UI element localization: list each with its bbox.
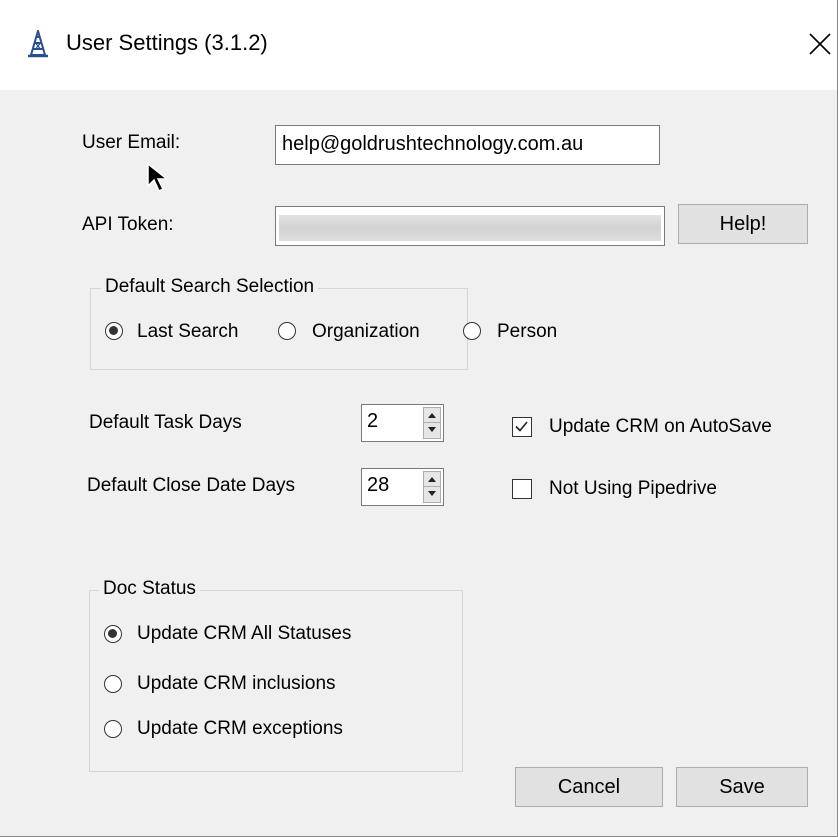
doc-status-group-title: Doc Status [99,578,200,600]
task-days-down-arrow-icon[interactable] [424,423,440,438]
close-icon[interactable] [800,22,838,66]
api-token-masked-value [279,215,661,241]
task-days-value[interactable]: 2 [367,410,378,433]
radio-last-search-label[interactable]: Last Search [137,321,238,343]
close-date-days-spin-buttons [423,471,441,503]
cancel-button[interactable]: Cancel [515,767,663,807]
close-date-days-label: Default Close Date Days [87,475,296,496]
task-days-up-arrow-icon[interactable] [424,408,440,423]
update-crm-autosave-label[interactable]: Update CRM on AutoSave [549,416,772,438]
radio-update-crm-exceptions-label[interactable]: Update CRM exceptions [137,718,343,740]
dialog-body: User Email: help@goldrushtechnology.com.… [0,90,837,836]
radio-person-label[interactable]: Person [497,321,557,343]
checkmark-icon [515,421,528,432]
close-date-days-value[interactable]: 28 [367,474,389,497]
radio-update-crm-all-statuses-label[interactable]: Update CRM All Statuses [137,623,351,645]
not-using-pipedrive-label[interactable]: Not Using Pipedrive [549,478,717,500]
close-date-days-up-arrow-icon[interactable] [424,472,440,487]
mouse-pointer-icon [147,162,170,193]
radio-organization[interactable] [278,322,296,340]
radio-organization-label[interactable]: Organization [312,321,420,343]
not-using-pipedrive-checkbox[interactable] [512,479,532,499]
radio-person[interactable] [463,322,481,340]
user-email-label: User Email: [82,132,181,153]
api-token-input[interactable] [275,206,665,246]
close-date-days-down-arrow-icon[interactable] [424,487,440,502]
radio-last-search[interactable] [105,322,123,340]
default-search-group-title: Default Search Selection [101,276,319,298]
user-email-input[interactable]: help@goldrushtechnology.com.au [275,125,660,165]
user-settings-dialog: User Settings (3.1.2) User Email: help@g… [0,0,838,837]
api-token-label: API Token: [82,214,174,235]
title-bar[interactable]: User Settings (3.1.2) [0,0,837,90]
gold-rush-tower-icon [28,30,48,58]
window-title: User Settings (3.1.2) [66,30,268,55]
task-days-spinner[interactable]: 2 [361,404,444,442]
update-crm-autosave-checkbox[interactable] [512,417,532,437]
close-date-days-spinner[interactable]: 28 [361,468,444,506]
radio-update-crm-inclusions-label[interactable]: Update CRM inclusions [137,673,336,695]
radio-update-crm-inclusions[interactable] [104,675,122,693]
task-days-label: Default Task Days [89,412,242,433]
help-button[interactable]: Help! [678,204,808,244]
save-button[interactable]: Save [676,767,808,807]
radio-update-crm-exceptions[interactable] [104,720,122,738]
task-days-spin-buttons [423,407,441,439]
radio-update-crm-all-statuses[interactable] [104,625,122,643]
